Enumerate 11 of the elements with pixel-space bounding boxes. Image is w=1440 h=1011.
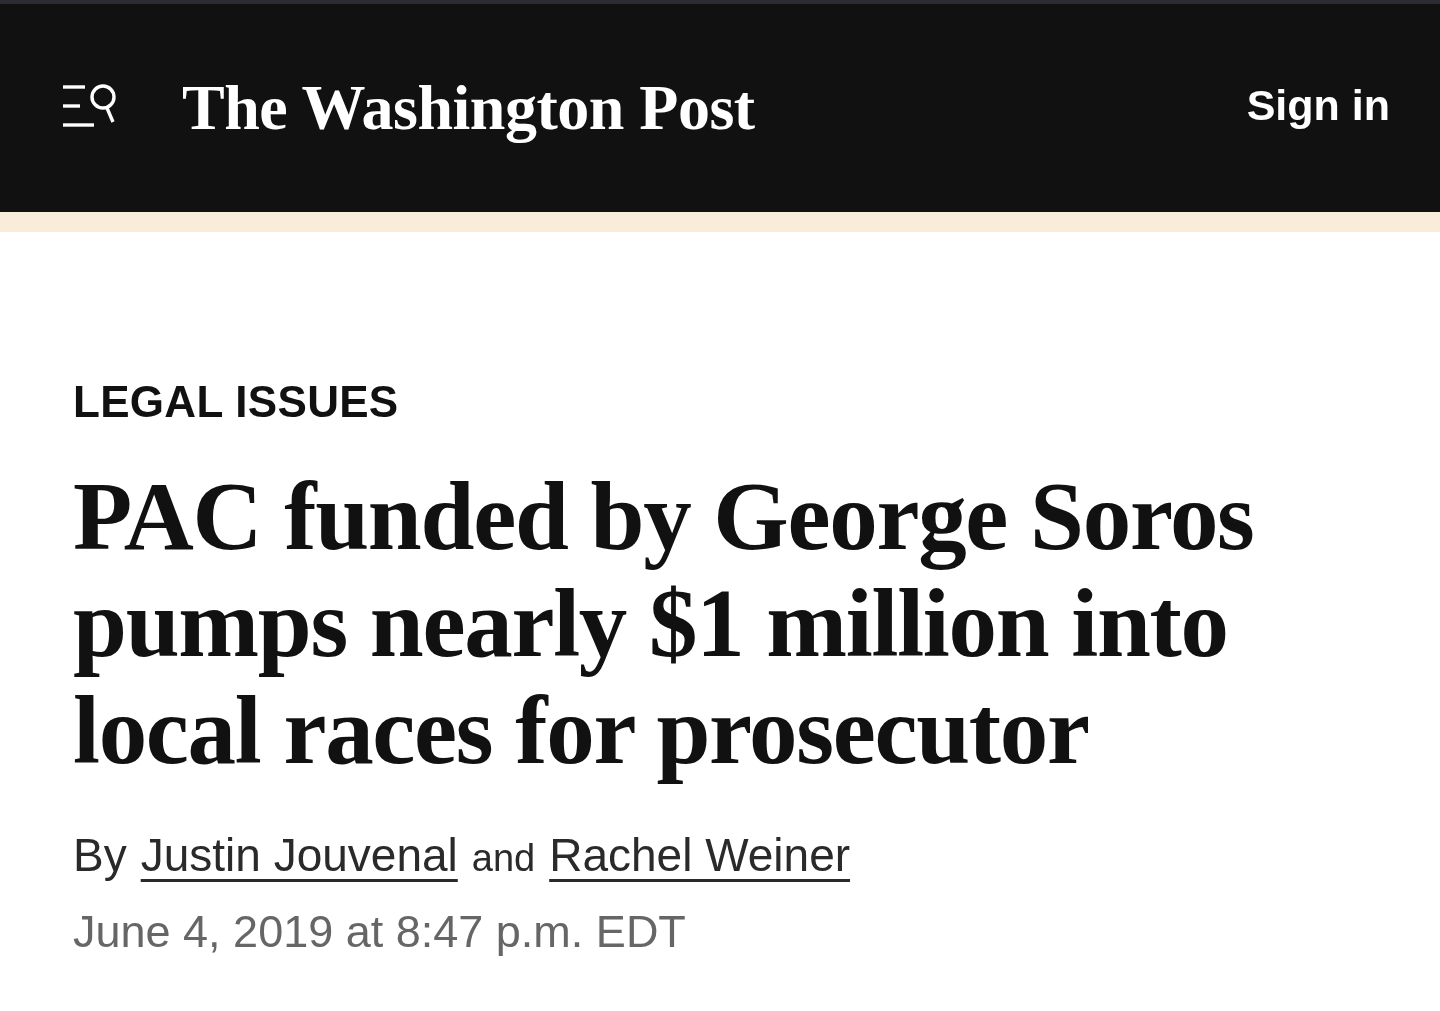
author-link[interactable]: Rachel Weiner [549,827,851,883]
byline-prefix: By [73,827,127,883]
section-link[interactable]: LEGAL ISSUES [73,377,399,428]
article-headline: PAC funded by George Soros pumps nearly $1 million into local races for prosecutor [73,462,1255,784]
sign-in-link[interactable]: Sign in [1246,81,1390,131]
author-link[interactable]: Justin Jouvenal [140,827,458,883]
byline-joiner: and [471,835,536,881]
menu-search-icon [63,84,119,130]
site-logo[interactable]: The Washington Post [182,72,755,144]
menu-search-button[interactable] [63,84,119,130]
publish-date: June 4, 2019 at 8:47 p.m. EDT [73,904,686,959]
